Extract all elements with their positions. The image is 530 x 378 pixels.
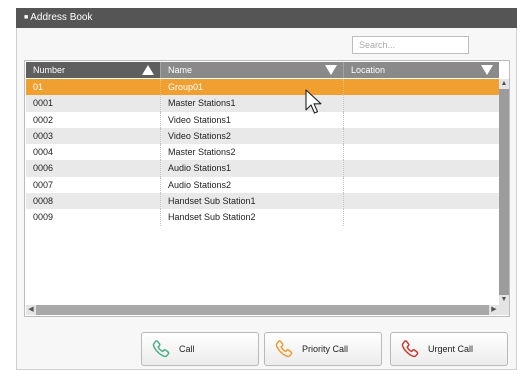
title-bullet-icon: ■ (24, 14, 29, 21)
phone-icon (152, 340, 170, 358)
cell-location (343, 144, 499, 161)
call-button-label: Call (179, 344, 195, 354)
cell-number: 0009 (33, 212, 54, 223)
table-row[interactable]: 0007 Audio Stations2 (26, 176, 499, 194)
cell-number: 0006 (33, 163, 54, 174)
table-row[interactable]: 0008 Handset Sub Station1 (26, 193, 499, 210)
table-row[interactable]: 0009 Handset Sub Station2 (26, 209, 499, 226)
table-row[interactable]: 0001 Master Stations1 (26, 95, 499, 112)
cell-location (343, 209, 499, 226)
cell-name: Video Stations2 (160, 127, 343, 145)
column-header-name[interactable]: Name (160, 62, 343, 78)
cell-number: 0003 (33, 130, 54, 141)
cell-location (343, 176, 499, 194)
application-frame: ■Address Book Number Name Location 01 Gr… (0, 0, 530, 378)
cell-name: Audio Stations2 (160, 176, 343, 194)
column-header-number[interactable]: Number (26, 62, 160, 78)
search-input[interactable] (352, 36, 469, 54)
column-header-name-label: Name (168, 65, 193, 75)
table-row[interactable]: 0006 Audio Stations1 (26, 160, 499, 177)
cell-number: 0004 (33, 147, 54, 158)
cell-number: 01 (33, 82, 44, 92)
cell-name: Master Stations1 (160, 95, 343, 112)
scroll-down-icon[interactable]: ▼ (499, 295, 509, 305)
cell-location (343, 160, 499, 177)
urgent-call-button[interactable]: Urgent Call (390, 332, 508, 366)
address-table: Number Name Location 01 Group01 0001 Mas… (24, 60, 510, 317)
phone-icon (275, 340, 293, 358)
table-row[interactable]: 0003 Video Stations2 (26, 127, 499, 145)
window-title: Address Book (30, 12, 93, 23)
cell-number: 0008 (33, 196, 54, 207)
cell-location (343, 95, 499, 112)
table-body: 01 Group01 0001 Master Stations1 0002 Vi… (26, 79, 499, 226)
column-header-number-label: Number (33, 65, 66, 75)
table-row[interactable]: 01 Group01 (26, 79, 499, 96)
title-bar: ■ Address Book (16, 8, 517, 28)
table-row[interactable]: 0004 Master Stations2 (26, 144, 499, 161)
cell-number: 0001 (33, 98, 54, 109)
horizontal-scrollbar[interactable]: ◀ ▶ (26, 305, 499, 315)
cell-name: Audio Stations1 (160, 160, 343, 177)
scrollbar-corner (499, 305, 509, 315)
scroll-up-icon[interactable]: ▲ (499, 79, 509, 89)
cell-location (343, 111, 499, 128)
cell-number: 0002 (33, 114, 54, 125)
table-header: Number Name Location (26, 62, 499, 78)
cell-name: Video Stations1 (160, 111, 343, 128)
scroll-right-icon[interactable]: ▶ (489, 305, 499, 315)
table-row[interactable]: 0002 Video Stations1 (26, 111, 499, 128)
urgent-call-button-label: Urgent Call (428, 344, 474, 354)
cell-location (343, 127, 499, 145)
call-button[interactable]: Call (141, 332, 259, 366)
sort-descending-icon[interactable] (325, 65, 337, 75)
phone-icon (401, 340, 419, 358)
priority-call-button-label: Priority Call (302, 344, 349, 354)
column-header-location[interactable]: Location (343, 62, 499, 78)
cell-location (343, 79, 499, 96)
column-header-location-label: Location (351, 65, 386, 75)
vertical-scrollbar[interactable]: ▲ ▼ (499, 79, 509, 305)
sort-descending-icon[interactable] (481, 65, 493, 75)
cell-name: Handset Sub Station2 (160, 209, 343, 226)
cell-name: Master Stations2 (160, 144, 343, 161)
cell-name: Handset Sub Station1 (160, 193, 343, 210)
cell-name: Group01 (160, 79, 343, 96)
cell-location (343, 193, 499, 210)
cell-number: 0007 (33, 179, 54, 190)
priority-call-button[interactable]: Priority Call (264, 332, 382, 366)
sort-ascending-icon[interactable] (142, 65, 154, 75)
scroll-left-icon[interactable]: ◀ (26, 305, 36, 315)
